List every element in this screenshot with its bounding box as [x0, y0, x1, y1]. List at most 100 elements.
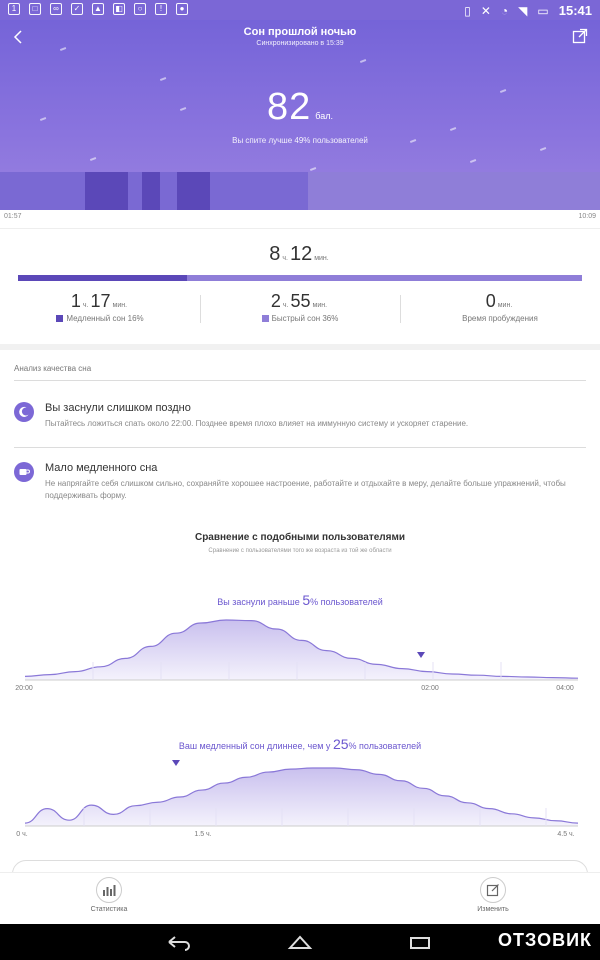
minutes-unit: мин. [112, 302, 128, 309]
position-marker [417, 652, 425, 658]
star-decoration [159, 77, 167, 81]
analysis-section-title: Анализ качества сна [14, 364, 92, 373]
section-separator [0, 344, 600, 350]
sleep-timeline-chart [0, 172, 600, 210]
deep-sleep-label: Медленный сон 16% [66, 314, 144, 323]
notification-icon: □ [29, 3, 41, 15]
recents-nav-icon[interactable] [405, 932, 435, 952]
comparison-subtitle: Сравнение с пользователями того же возра… [208, 548, 392, 554]
deep-sleep-band [85, 172, 128, 210]
status-bar: 1 □ ∞ ✓ ▲ ◧ ○ ! ● ▯ ✕ ◔ ◥ ▭ 15:41 [0, 0, 600, 20]
tick-label: 0 ч. [16, 831, 27, 838]
status-icons: ▯ ✕ ◔ ◥ ▭ 15:41 [464, 3, 592, 18]
distribution-area [25, 768, 578, 826]
tab-statistics[interactable]: Статистика [64, 877, 154, 913]
notification-icon: ✓ [71, 3, 83, 15]
sleep-summary: 8 ч. 12 мин. 1 ч. 17 мин. Медленный сон 16% 2ч… [0, 228, 600, 344]
bottom-tab-bar: Статистика Изменить [0, 872, 600, 924]
notification-icon: 1 [8, 3, 20, 15]
sleep-onset-comparison-chart: 20:00 02:00 04:00 [15, 619, 579, 692]
star-decoration [59, 47, 67, 51]
timeline-axis: 01:57 10:09 [0, 210, 600, 226]
vibrate-icon: ▯ [464, 3, 471, 18]
wifi-icon: ◥ [518, 3, 528, 18]
star-decoration [89, 157, 97, 161]
tip-text: Не напрягайте себя слишком сильно, сохра… [45, 479, 566, 500]
star-decoration [309, 167, 317, 171]
position-marker [172, 760, 180, 766]
moon-icon [14, 402, 34, 422]
sync-status: Синхронизировано в 15:39 [256, 40, 344, 47]
star-decoration [469, 159, 477, 163]
watermark: ОТЗОВИК [498, 930, 592, 950]
comparison-title: Сравнение с подобными пользователями [194, 532, 406, 543]
awake-band [308, 172, 600, 210]
caption-value: 5 [302, 592, 311, 608]
caption-prefix: Вы заснули раньше [217, 597, 300, 607]
notification-icon: ◧ [113, 3, 125, 15]
deep-sleep-fill [18, 275, 188, 281]
notification-icon: ∞ [50, 3, 62, 15]
caption-suffix: % пользователей [310, 597, 383, 607]
tick-label: 02:00 [421, 685, 439, 692]
tab-label: Изменить [477, 906, 509, 913]
total-minutes: 12 [289, 243, 313, 265]
tip-text: Пытайтесь ложиться спать около 22:00. По… [45, 419, 469, 428]
deep-minutes: 17 [90, 291, 111, 311]
light-sleep-legend-dot [261, 315, 269, 322]
divider [14, 447, 586, 448]
star-decoration [359, 59, 367, 63]
tab-label: Статистика [90, 906, 128, 913]
awake-label: Время пробуждения [462, 314, 538, 323]
alarm-icon: ◔ [500, 3, 509, 18]
chart2-caption: Ваш медленный сон длиннее, чем у 25% пол… [0, 736, 600, 752]
minutes-unit: мин. [312, 302, 328, 309]
hours-unit: ч. [82, 302, 89, 309]
deep-sleep-band [142, 172, 160, 210]
deep-sleep-band [177, 172, 210, 210]
tick-label: 20:00 [15, 685, 33, 692]
light-minutes: 55 [290, 291, 311, 311]
minutes-unit: мин. [497, 302, 513, 309]
sleep-score: 82 бал. [0, 86, 600, 129]
divider [14, 380, 586, 381]
edit-icon [480, 877, 506, 903]
clock: 15:41 [558, 3, 592, 18]
total-duration: 8 ч. 12 мин. [0, 243, 600, 266]
hours-unit: ч. [282, 255, 288, 262]
total-hours: 8 [269, 243, 281, 265]
light-sleep-label: Быстрый сон 36% [271, 314, 339, 323]
notification-icon: ● [176, 3, 188, 15]
deep-sleep-stat: 1 ч. 17 мин. Медленный сон 16% [0, 291, 200, 323]
bar-chart-icon [96, 877, 122, 903]
deep-sleep-legend-dot [56, 315, 64, 322]
caption-suffix: % пользователей [348, 741, 422, 751]
star-decoration [539, 147, 547, 151]
notification-icon: ▲ [92, 3, 104, 15]
caption-prefix: Ваш медленный сон длиннее, чем у [178, 741, 331, 751]
mute-icon: ✕ [480, 3, 491, 18]
deep-sleep-comparison-chart: 0 ч. 1.5 ч. 4.5 ч. [16, 760, 579, 838]
tab-edit[interactable]: Изменить [448, 877, 538, 913]
score-value: 82 [267, 86, 312, 128]
light-hours: 2 [270, 291, 281, 311]
tick-label: 1.5 ч. [194, 831, 211, 838]
timeline-end: 10:09 [578, 213, 596, 220]
caption-value: 25 [332, 736, 349, 752]
light-sleep-stat: 2 ч. 55 мин. Быстрый сон 36% [200, 291, 400, 323]
score-unit: бал. [315, 111, 333, 121]
hours-unit: ч. [282, 302, 289, 309]
tick-label: 04:00 [556, 685, 574, 692]
tip-late-sleep: Вы заснули слишком поздно Пытайтесь ложи… [14, 402, 586, 442]
minutes-unit: мин. [314, 255, 329, 262]
tip-title: Мало медленного сна [45, 462, 158, 474]
score-comparison: Вы спите лучше 49% пользователей [232, 136, 368, 145]
tick-label: 4.5 ч. [557, 831, 574, 838]
home-nav-icon[interactable] [285, 932, 315, 952]
back-nav-icon[interactable] [163, 932, 193, 952]
sleep-phase-bar [18, 275, 582, 281]
cup-icon [14, 462, 34, 482]
chart1-caption: Вы заснули раньше 5% пользователей [0, 592, 600, 608]
deep-hours: 1 [70, 291, 81, 311]
search-icon: ○ [134, 3, 146, 15]
